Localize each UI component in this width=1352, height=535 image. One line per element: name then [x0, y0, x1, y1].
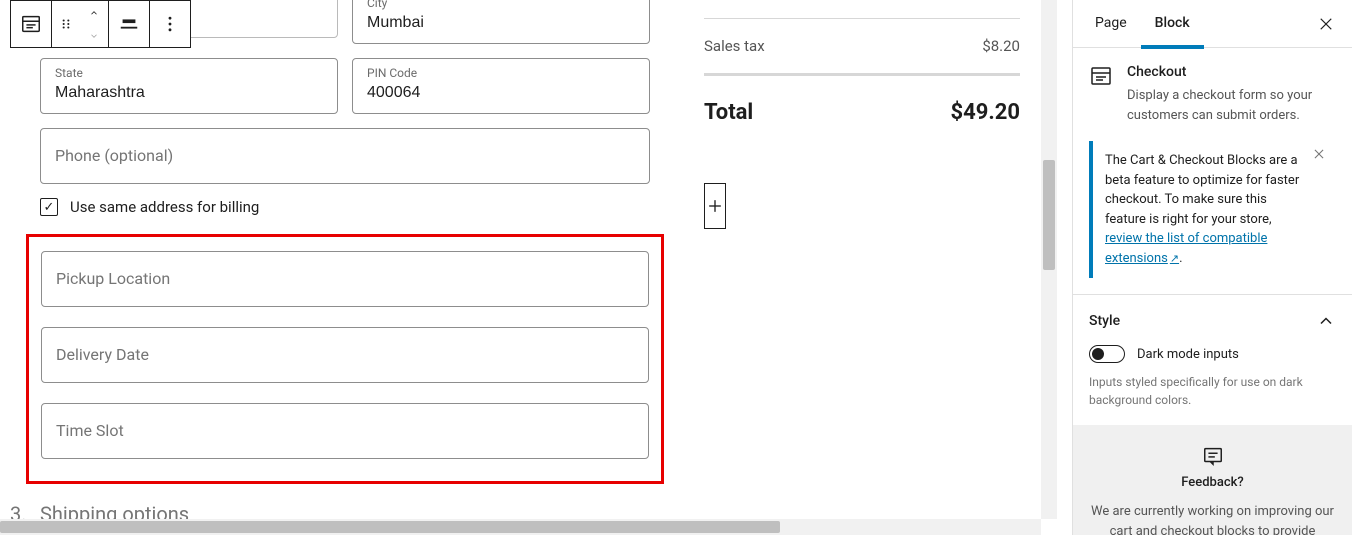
style-panel: Style Dark mode inputs Inputs styled spe…	[1073, 294, 1352, 425]
checkbox-checked-icon: ✓	[40, 198, 58, 216]
pickup-location-field[interactable]: Pickup Location	[41, 251, 649, 307]
notice-link[interactable]: review the list of compatible extensions…	[1105, 231, 1267, 266]
step-title: Shipping options	[40, 502, 650, 519]
external-link-icon: ↗	[1170, 252, 1179, 265]
summary-total-label: Total	[704, 100, 753, 125]
editor-pane: Country/Region City State	[0, 0, 1057, 535]
delivery-date-field[interactable]: Delivery Date	[41, 327, 649, 383]
pin-input[interactable]	[367, 82, 635, 102]
editor-horizontal-scrollbar[interactable]	[0, 519, 1041, 535]
pickup-location-label: Pickup Location	[56, 268, 170, 290]
same-address-checkbox[interactable]: ✓ Use same address for billing	[40, 198, 650, 216]
checkout-block-icon	[1089, 64, 1113, 88]
city-label: City	[367, 0, 635, 12]
dark-mode-label: Dark mode inputs	[1137, 347, 1239, 362]
chevron-up-icon	[1316, 311, 1336, 331]
plus-icon	[705, 196, 725, 216]
scrollbar-thumb[interactable]	[1043, 160, 1055, 270]
tab-block[interactable]: Block	[1141, 1, 1204, 49]
feedback-panel: Feedback? We are currently working on im…	[1073, 425, 1352, 535]
close-icon	[1312, 147, 1326, 161]
phone-label: Phone (optional)	[55, 145, 173, 167]
delivery-date-label: Delivery Date	[56, 344, 149, 366]
notice-dismiss-button[interactable]	[1312, 147, 1332, 167]
toggle-knob	[1092, 348, 1104, 360]
state-field[interactable]: State	[40, 58, 338, 114]
feedback-icon	[1089, 445, 1336, 467]
block-card: Checkout Display a checkout form so your…	[1073, 48, 1352, 141]
pin-field[interactable]: PIN Code	[352, 58, 650, 114]
more-vertical-icon	[160, 14, 180, 34]
summary-total-row: Total $49.20	[704, 73, 1020, 149]
notice-text: The Cart & Checkout Blocks are a beta fe…	[1105, 153, 1299, 227]
phone-field[interactable]: Phone (optional)	[40, 128, 650, 184]
time-slot-field[interactable]: Time Slot	[41, 403, 649, 459]
summary-tax-label: Sales tax	[704, 37, 765, 55]
pin-label: PIN Code	[367, 65, 635, 82]
scrollbar-thumb[interactable]	[0, 521, 780, 533]
block-description: Display a checkout form so your customer…	[1127, 86, 1336, 125]
block-toolbar	[10, 0, 191, 48]
shipping-options-step: 3. Shipping options Optional text for th…	[40, 502, 650, 519]
state-label: State	[55, 65, 323, 82]
close-icon	[1317, 15, 1335, 33]
state-input[interactable]	[55, 82, 323, 102]
checkout-block: Country/Region City State	[0, 0, 1041, 519]
settings-sidebar: Page Block Checkout Display a checkout f…	[1072, 0, 1352, 535]
block-title: Checkout	[1127, 64, 1336, 80]
checkout-form-column: Country/Region City State	[10, 0, 670, 519]
time-slot-label: Time Slot	[56, 420, 124, 442]
tab-page[interactable]: Page	[1081, 1, 1141, 49]
editor-vertical-scrollbar[interactable]	[1041, 0, 1057, 519]
layout-icon	[20, 13, 42, 35]
summary-total-value: $49.20	[951, 100, 1021, 125]
beta-notice: The Cart & Checkout Blocks are a beta fe…	[1089, 141, 1336, 278]
align-icon	[118, 13, 140, 35]
city-field[interactable]: City	[352, 0, 650, 44]
feedback-title: Feedback?	[1089, 475, 1336, 490]
order-summary: Sales tax $8.20 Total $49.20	[704, 18, 1020, 149]
dark-mode-toggle-row: Dark mode inputs	[1089, 345, 1336, 363]
dark-mode-help: Inputs styled specifically for use on da…	[1089, 373, 1336, 409]
sidebar-tabs: Page Block	[1073, 0, 1352, 48]
move-up-button[interactable]	[80, 1, 108, 24]
chevron-up-icon	[87, 8, 101, 18]
close-sidebar-button[interactable]	[1308, 6, 1344, 42]
same-address-label: Use same address for billing	[70, 198, 259, 216]
dark-mode-toggle[interactable]	[1089, 345, 1125, 363]
order-summary-column: Sales tax $8.20 Total $49.20	[670, 0, 1030, 519]
style-panel-header[interactable]: Style	[1089, 311, 1336, 331]
step-number: 3.	[10, 502, 27, 519]
options-button[interactable]	[150, 1, 190, 47]
move-down-button[interactable]	[80, 24, 108, 47]
feedback-text: We are currently working on improving ou…	[1089, 502, 1336, 535]
summary-tax-row: Sales tax $8.20	[704, 19, 1020, 73]
custom-fields-highlight: Pickup Location Delivery Date Time Slot	[26, 234, 664, 484]
city-input[interactable]	[367, 12, 635, 32]
style-panel-title: Style	[1089, 313, 1120, 329]
drag-handle-button[interactable]	[52, 1, 80, 47]
notice-suffix: .	[1179, 251, 1182, 266]
drag-icon	[59, 17, 73, 31]
block-type-button[interactable]	[11, 1, 51, 47]
align-button[interactable]	[109, 1, 149, 47]
add-block-button[interactable]	[704, 183, 726, 229]
chevron-down-icon	[87, 31, 101, 41]
summary-tax-value: $8.20	[982, 37, 1020, 55]
